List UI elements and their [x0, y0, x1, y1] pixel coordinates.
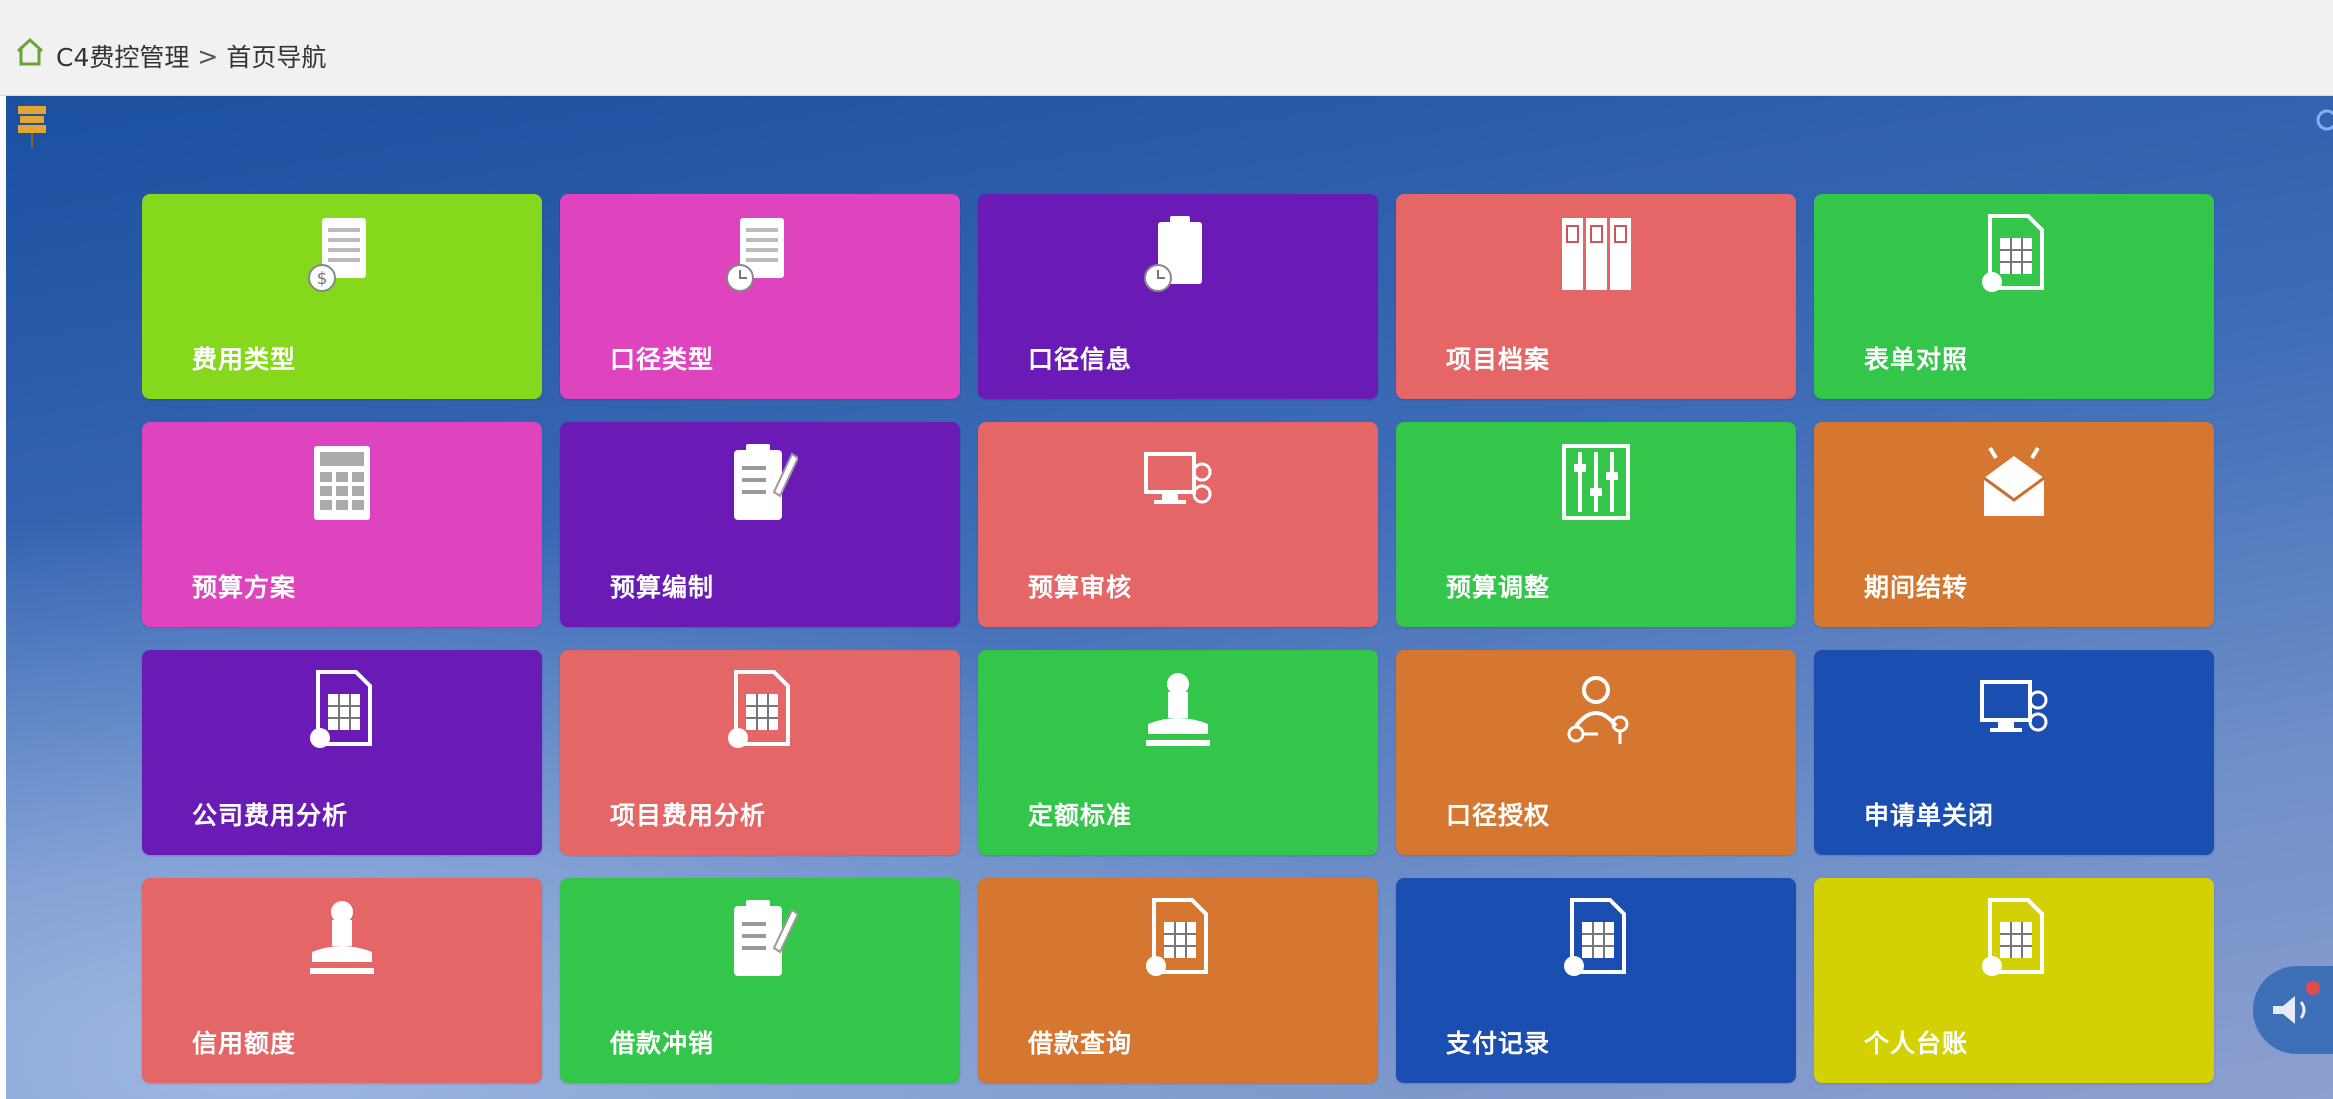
tile-label: 个人台账 [1864, 1029, 1969, 1058]
user-key-icon [1567, 676, 1629, 744]
spreadsheet-icon [1146, 898, 1208, 976]
tile-11[interactable]: 公司费用分析 [142, 650, 542, 855]
tile-8[interactable]: 预算审核 [978, 422, 1378, 627]
tile-15[interactable]: 申请单关闭 [1814, 650, 2214, 855]
spreadsheet-icon [728, 670, 790, 748]
tile-label: 口径类型 [610, 345, 715, 374]
breadcrumb: C4费控管理 > 首页导航 [56, 38, 326, 74]
tile-label: 申请单关闭 [1864, 801, 1995, 830]
pin-icon[interactable] [16, 104, 48, 150]
tile-label: 支付记录 [1446, 1029, 1551, 1058]
monitor-user-icon [1980, 680, 2048, 732]
desktop-area: $ 费用类型 口径类型 口径信息 项目档案 表单对照预算方案 预算编制 预算审核 预算调整 期间结… [6, 96, 2333, 1099]
spreadsheet-icon [1564, 898, 1626, 976]
sliders-icon [1562, 444, 1630, 520]
document-coin-icon: $ [308, 218, 366, 292]
tile-5[interactable]: 表单对照 [1814, 194, 2214, 399]
tile-label: 口径授权 [1446, 801, 1551, 830]
tile-label: 预算编制 [610, 573, 715, 602]
tile-label: 借款冲销 [610, 1029, 715, 1058]
tile-label: 表单对照 [1864, 345, 1969, 374]
tile-17[interactable]: 借款冲销 [560, 878, 960, 1083]
spreadsheet-icon [310, 670, 372, 748]
tile-18[interactable]: 借款查询 [978, 878, 1378, 1083]
tile-label: 公司费用分析 [192, 801, 349, 830]
calculator-icon [314, 446, 370, 520]
archive-binders-icon [1562, 218, 1631, 290]
tile-13[interactable]: 定额标准 [978, 650, 1378, 855]
tile-4[interactable]: 项目档案 [1396, 194, 1796, 399]
tile-1[interactable]: $ 费用类型 [142, 194, 542, 399]
clipboard-clock-icon [1144, 216, 1202, 292]
tile-20[interactable]: 个人台账 [1814, 878, 2214, 1083]
breadcrumb-bar: C4费控管理 > 首页导航 [0, 0, 2333, 96]
tile-label: 项目档案 [1446, 345, 1551, 374]
spreadsheet-icon [1982, 214, 2044, 292]
tile-14[interactable]: 口径授权 [1396, 650, 1796, 855]
breadcrumb-separator: > [197, 41, 219, 71]
tile-label: 口径信息 [1028, 345, 1133, 374]
tile-12[interactable]: 项目费用分析 [560, 650, 960, 855]
tile-9[interactable]: 预算调整 [1396, 422, 1796, 627]
clipboard-pen-icon [734, 444, 798, 520]
home-icon[interactable] [14, 36, 46, 68]
tile-label: 期间结转 [1864, 573, 1969, 602]
tile-label: 项目费用分析 [610, 801, 767, 830]
tile-label: 费用类型 [192, 345, 297, 374]
spreadsheet-icon [1982, 898, 2044, 976]
tile-label: 借款查询 [1028, 1029, 1133, 1058]
stamp-icon [1146, 673, 1210, 746]
monitor-user-icon [1144, 452, 1212, 504]
clipboard-pen-icon [734, 900, 798, 976]
tile-label: 预算方案 [192, 573, 297, 602]
breadcrumb-item-home-nav: 首页导航 [226, 43, 327, 72]
tile-19[interactable]: 支付记录 [1396, 878, 1796, 1083]
tile-label: 信用额度 [192, 1029, 297, 1058]
tile-7[interactable]: 预算编制 [560, 422, 960, 627]
svg-text:$: $ [317, 269, 328, 289]
envelope-icon [1983, 446, 2045, 516]
tile-6[interactable]: 预算方案 [142, 422, 542, 627]
tile-10[interactable]: 期间结转 [1814, 422, 2214, 627]
stamp-icon [310, 901, 374, 974]
tile-2[interactable]: 口径类型 [560, 194, 960, 399]
tile-16[interactable]: 信用额度 [142, 878, 542, 1083]
tile-label: 定额标准 [1028, 801, 1133, 830]
breadcrumb-item-c4[interactable]: C4费控管理 [56, 38, 189, 74]
tile-label: 预算审核 [1028, 573, 1133, 602]
document-clock-icon [726, 218, 784, 292]
speaker-button[interactable] [2253, 966, 2333, 1054]
search-icon[interactable] [2311, 104, 2333, 138]
speaker-icon [2273, 981, 2320, 1024]
tile-label: 预算调整 [1446, 573, 1551, 602]
tile-3[interactable]: 口径信息 [978, 194, 1378, 399]
